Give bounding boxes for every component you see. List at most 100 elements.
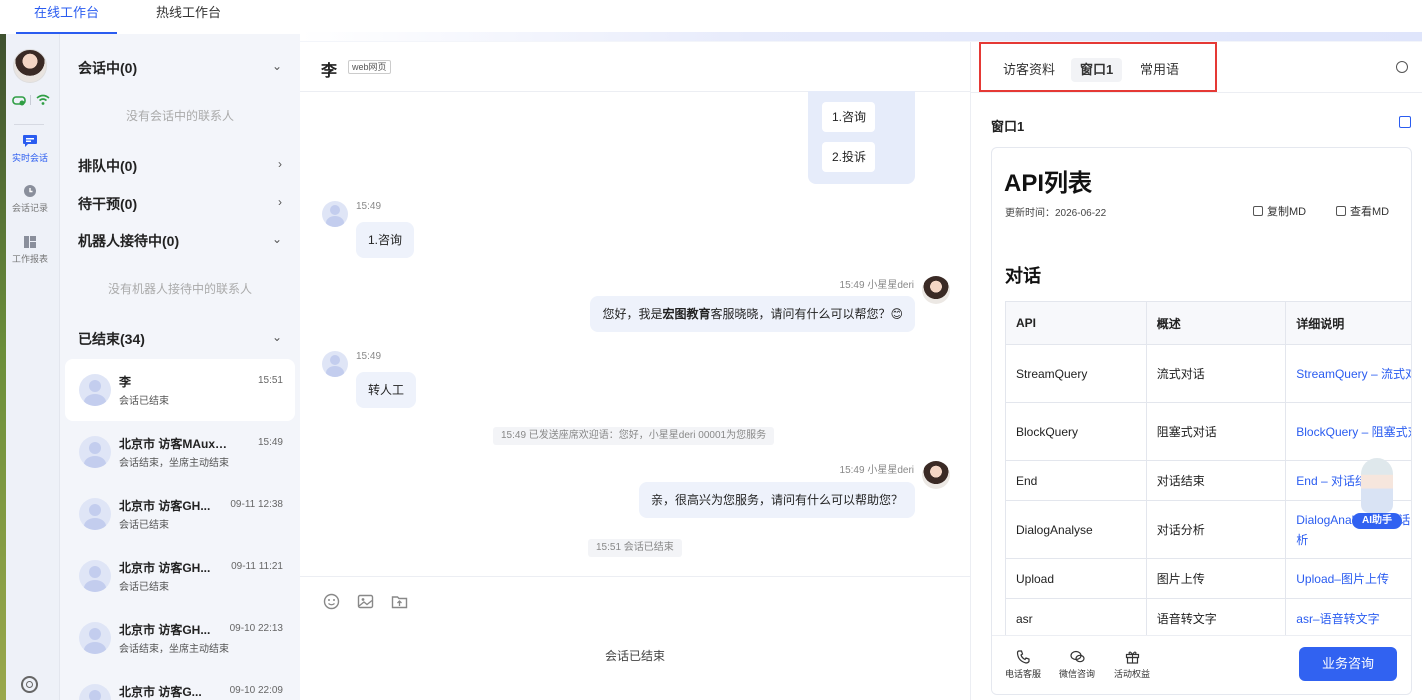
wifi-icon xyxy=(36,94,50,105)
headset-status-icon[interactable] xyxy=(12,94,26,106)
api-desc: 对话结束 xyxy=(1145,460,1287,501)
image-icon[interactable] xyxy=(357,593,374,610)
chevron-right-icon: › xyxy=(278,157,282,171)
visitor-avatar xyxy=(79,684,111,700)
table-row: asr 语音转文字 asr–语音转文字 xyxy=(1005,598,1411,639)
menu-option-consult[interactable]: 1.咨询 xyxy=(822,102,875,132)
doc-updated: 更新时间：2026-06-22 xyxy=(1005,208,1107,219)
agent-message: 亲，很高兴为您服务，请问有什么可以帮助您？ xyxy=(638,482,915,518)
visitor-avatar xyxy=(79,436,111,468)
message-time: 15:49 xyxy=(356,201,382,212)
column-header: 详细说明 xyxy=(1285,301,1411,345)
api-detail-link[interactable]: asr–语音转文字 xyxy=(1285,598,1411,639)
visitor-message: 转人工 xyxy=(356,372,417,408)
side-panel: 访客资料 窗口1 常用语 窗口1 API列表 更新时间：2026-06-22 复… xyxy=(970,42,1422,700)
column-header: API xyxy=(1005,301,1147,345)
session-status: 会话已结束 xyxy=(119,582,169,593)
session-time: 09-11 12:38 xyxy=(230,499,283,510)
api-detail-link[interactable]: BlockQuery – 阻塞式对话 xyxy=(1285,402,1411,461)
tab-quick-phrases[interactable]: 常用语 xyxy=(1131,58,1188,82)
visitor-avatar xyxy=(79,374,111,406)
tab-online-workbench[interactable]: 在线工作台 xyxy=(15,0,118,34)
activity-benefits-button[interactable]: 活动权益 xyxy=(1111,650,1153,680)
group-in-session[interactable]: 会话中(0) ⌄ xyxy=(78,58,288,78)
copy-md-label: 复制MD xyxy=(1267,206,1307,218)
group-label: 待干预(0) xyxy=(78,196,138,212)
status-indicators xyxy=(12,94,52,108)
api-desc: 阻塞式对话 xyxy=(1145,402,1287,461)
panel-divider xyxy=(971,92,1422,93)
copy-md-button[interactable]: 复制MD xyxy=(1253,203,1306,219)
doc-bottom-bar: 电话客服 微信咨询 活动权益 业务咨询 xyxy=(992,635,1411,694)
session-item[interactable]: 北京市 访客GH... 09-11 11:21 会话已结束 xyxy=(65,545,295,607)
tab-visitor-profile[interactable]: 访客资料 xyxy=(994,58,1064,82)
message-time: 15:49 小星星deri xyxy=(839,465,914,476)
api-desc: 图片上传 xyxy=(1145,558,1287,599)
table-row: Upload 图片上传 Upload–图片上传 xyxy=(1005,558,1411,599)
bottom-item-label: 活动权益 xyxy=(1113,669,1150,679)
session-time: 09-10 22:13 xyxy=(229,623,283,634)
rail-item-history[interactable]: 会话记录 xyxy=(6,184,54,214)
nav-rail: 实时会话 会话记录 工作报表 xyxy=(6,34,60,700)
chevron-down-icon: ⌄ xyxy=(271,330,282,344)
wechat-consult-button[interactable]: 微信咨询 xyxy=(1056,650,1098,680)
group-queue[interactable]: 排队中(0) › xyxy=(78,156,288,176)
phone-service-button[interactable]: 电话客服 xyxy=(1002,650,1044,680)
side-panel-tabs: 访客资料 窗口1 常用语 xyxy=(979,42,1217,92)
view-md-button[interactable]: 查看MD xyxy=(1336,203,1389,219)
chat-bubble-icon xyxy=(23,135,37,147)
session-item[interactable]: 北京市 访客GH... 09-10 22:13 会话结束，坐席主动结束 xyxy=(65,607,295,669)
wechat-icon xyxy=(1069,650,1085,663)
session-time: 09-11 11:21 xyxy=(231,561,283,572)
session-item[interactable]: 李 15:51 会话已结束 xyxy=(65,359,295,421)
doc-title: API列表 xyxy=(1004,170,1093,197)
bottom-item-label: 微信咨询 xyxy=(1058,669,1095,679)
group-label: 排队中(0) xyxy=(78,158,138,174)
business-consult-button[interactable]: 业务咨询 xyxy=(1299,647,1397,681)
report-icon xyxy=(24,236,36,248)
gear-icon[interactable] xyxy=(1396,61,1408,73)
api-detail-link[interactable]: Upload–图片上传 xyxy=(1285,558,1411,599)
api-desc: 流式对话 xyxy=(1145,344,1287,403)
rail-item-reports[interactable]: 工作报表 xyxy=(6,235,54,265)
session-status: 会话结束，坐席主动结束 xyxy=(119,458,229,469)
panel-title: 窗口1 xyxy=(991,119,1025,134)
channel-tag: web网页 xyxy=(348,60,391,74)
session-name: 李 xyxy=(119,375,132,389)
api-name: End xyxy=(1005,460,1147,501)
bottom-item-label: 电话客服 xyxy=(1004,669,1041,679)
group-pending-intervention[interactable]: 待干预(0) › xyxy=(78,194,288,214)
rail-item-label: 会话记录 xyxy=(11,203,48,213)
session-ended-label: 会话已结束 xyxy=(604,649,665,663)
group-bot-reception[interactable]: 机器人接待中(0) ⌄ xyxy=(78,231,288,251)
rail-item-live-chat[interactable]: 实时会话 xyxy=(6,134,54,164)
visitor-avatar xyxy=(322,201,348,227)
ai-assistant-button[interactable]: AI助手 xyxy=(1352,458,1402,529)
api-detail-link[interactable]: StreamQuery – 流式对话 xyxy=(1285,344,1411,403)
group-ended[interactable]: 已结束(34) ⌄ xyxy=(78,329,288,349)
message-bold-text: 宏图教育 xyxy=(662,307,711,321)
session-item[interactable]: 北京市 访客G... 09-10 22:09 xyxy=(65,669,295,700)
tab-window-1[interactable]: 窗口1 xyxy=(1071,58,1123,82)
visitor-avatar xyxy=(322,351,348,377)
visitor-avatar xyxy=(79,560,111,592)
session-item[interactable]: 北京市 访客MAuxdf2 15:49 会话结束，坐席主动结束 xyxy=(65,421,295,483)
menu-option-complaint[interactable]: 2.投诉 xyxy=(822,142,875,172)
visitor-avatar xyxy=(79,498,111,530)
settings-icon[interactable] xyxy=(21,676,38,693)
open-external-icon[interactable] xyxy=(1399,116,1411,128)
gift-icon xyxy=(1125,651,1139,664)
emoji-icon[interactable] xyxy=(323,593,340,610)
agent-avatar[interactable] xyxy=(13,49,47,83)
message-text: 您好，我是 xyxy=(602,307,663,321)
session-name: 北京市 访客GH... xyxy=(119,499,211,513)
header-gradient-line xyxy=(300,32,1422,41)
upload-file-icon[interactable] xyxy=(391,593,408,610)
session-time: 15:51 xyxy=(257,375,283,386)
chevron-right-icon: › xyxy=(278,195,282,209)
api-name: asr xyxy=(1005,598,1147,639)
tab-hotline-workbench[interactable]: 热线工作台 xyxy=(156,0,221,34)
session-time: 15:49 xyxy=(257,437,283,448)
agent-message: 您好，我是宏图教育客服晓晓，请问有什么可以帮您？😊 xyxy=(590,296,915,332)
session-item[interactable]: 北京市 访客GH... 09-11 12:38 会话已结束 xyxy=(65,483,295,545)
